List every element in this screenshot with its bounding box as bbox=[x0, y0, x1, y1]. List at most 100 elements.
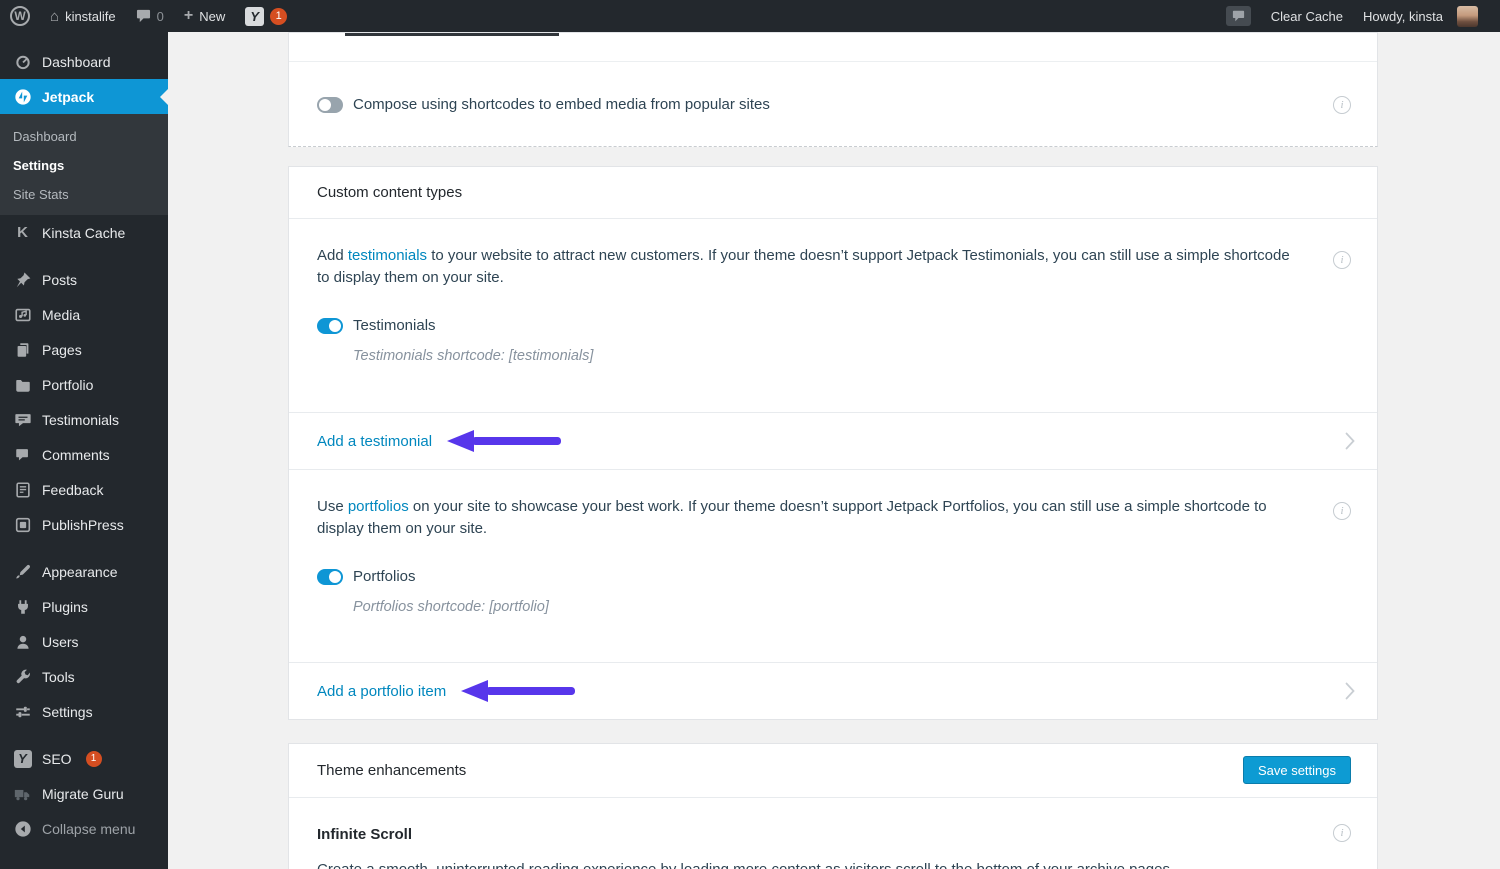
feedback-bubble-button[interactable] bbox=[1216, 0, 1261, 32]
main-content: Compose using shortcodes to embed media … bbox=[168, 32, 1500, 869]
portfolios-toggle[interactable] bbox=[317, 569, 343, 585]
publishpress-icon bbox=[13, 515, 32, 534]
testimonials-toggle-row: Testimonials bbox=[317, 317, 1297, 334]
portfolios-description: Use portfolios on your site to showcase … bbox=[317, 496, 1297, 540]
yoast-icon: Y bbox=[245, 7, 264, 26]
comments-count: 0 bbox=[157, 9, 164, 24]
comment-bubble-icon bbox=[136, 9, 151, 23]
compose-shortcodes-label: Compose using shortcodes to embed media … bbox=[353, 96, 770, 113]
testimonials-section: Add testimonials to your website to attr… bbox=[289, 219, 1377, 413]
sidebar-item-comments[interactable]: Comments bbox=[0, 437, 168, 472]
sidebar-item-plugins[interactable]: Plugins bbox=[0, 589, 168, 624]
yoast-admin-bar-menu[interactable]: Y 1 bbox=[235, 0, 297, 32]
add-testimonial-link[interactable]: Add a testimonial bbox=[317, 433, 432, 450]
chevron-right-icon[interactable] bbox=[1345, 432, 1355, 450]
annotation-arrow bbox=[444, 428, 564, 454]
theme-enhancements-card: Theme enhancements Save settings Infinit… bbox=[288, 743, 1378, 869]
sidebar-item-users[interactable]: Users bbox=[0, 624, 168, 659]
speech-bubble-icon bbox=[1226, 6, 1251, 26]
new-label: New bbox=[199, 9, 225, 24]
sidebar-item-posts[interactable]: Posts bbox=[0, 262, 168, 297]
chevron-right-icon[interactable] bbox=[1345, 682, 1355, 700]
account-menu[interactable]: Howdy, kinsta bbox=[1353, 0, 1488, 32]
sidebar-item-feedback[interactable]: Feedback bbox=[0, 472, 168, 507]
annotation-arrow bbox=[458, 678, 578, 704]
testimonials-toggle[interactable] bbox=[317, 318, 343, 334]
add-testimonial-row[interactable]: Add a testimonial bbox=[289, 413, 1377, 470]
pages-icon bbox=[13, 340, 32, 359]
wordpress-logo-icon: W bbox=[10, 6, 30, 26]
comments-icon bbox=[13, 445, 32, 464]
sidebar-item-collapse-menu[interactable]: Collapse menu bbox=[0, 811, 168, 846]
info-icon[interactable]: i bbox=[1333, 96, 1351, 114]
card-title: Custom content types bbox=[289, 167, 1377, 219]
writing-media-card: Compose using shortcodes to embed media … bbox=[288, 32, 1378, 147]
yoast-icon: Y bbox=[13, 749, 32, 768]
sidebar-item-migrate-guru[interactable]: Migrate Guru bbox=[0, 776, 168, 811]
card-title: Theme enhancements bbox=[317, 762, 466, 779]
info-icon[interactable]: i bbox=[1333, 502, 1351, 520]
site-name-label: kinstalife bbox=[65, 9, 116, 24]
sidebar-item-pages[interactable]: Pages bbox=[0, 332, 168, 367]
new-content-menu[interactable]: + New bbox=[174, 0, 235, 32]
portfolios-toggle-row: Portfolios bbox=[317, 568, 1297, 585]
testimonials-icon bbox=[13, 410, 32, 429]
sidebar-item-jetpack[interactable]: Jetpack bbox=[0, 79, 168, 114]
wrench-icon bbox=[13, 667, 32, 686]
pin-icon bbox=[13, 270, 32, 289]
jetpack-submenu: Dashboard Settings Site Stats bbox=[0, 114, 168, 215]
sidebar-item-dashboard[interactable]: Dashboard bbox=[0, 44, 168, 79]
portfolios-shortcode-note: Portfolios shortcode: [portfolio] bbox=[353, 599, 1297, 615]
infinite-scroll-description: Create a smooth, uninterrupted reading e… bbox=[317, 859, 1297, 869]
dashboard-icon bbox=[13, 52, 32, 71]
clipped-row-remnant bbox=[289, 33, 1377, 62]
avatar bbox=[1457, 6, 1478, 27]
seo-notification-badge: 1 bbox=[86, 751, 102, 767]
info-icon[interactable]: i bbox=[1333, 251, 1351, 269]
sliders-icon bbox=[13, 702, 32, 721]
sidebar-item-settings[interactable]: Settings bbox=[0, 694, 168, 729]
sidebar-item-testimonials[interactable]: Testimonials bbox=[0, 402, 168, 437]
submenu-item-dashboard[interactable]: Dashboard bbox=[0, 122, 168, 151]
testimonials-description: Add testimonials to your website to attr… bbox=[317, 245, 1297, 289]
clipped-text-sliver bbox=[345, 33, 559, 36]
sidebar-item-kinsta-cache[interactable]: K Kinsta Cache bbox=[0, 215, 168, 250]
admin-sidebar: Dashboard Jetpack Dashboard Settings Sit… bbox=[0, 32, 168, 869]
plugins-icon bbox=[13, 597, 32, 616]
sidebar-item-publishpress[interactable]: PublishPress bbox=[0, 507, 168, 542]
sidebar-item-portfolio[interactable]: Portfolio bbox=[0, 367, 168, 402]
howdy-label: Howdy, kinsta bbox=[1363, 9, 1443, 24]
sidebar-item-tools[interactable]: Tools bbox=[0, 659, 168, 694]
compose-shortcodes-toggle[interactable] bbox=[317, 97, 343, 113]
feedback-icon bbox=[13, 480, 32, 499]
compose-shortcodes-row: Compose using shortcodes to embed media … bbox=[289, 62, 1377, 147]
submenu-item-settings[interactable]: Settings bbox=[0, 151, 168, 180]
media-icon bbox=[13, 305, 32, 324]
add-portfolio-row[interactable]: Add a portfolio item bbox=[289, 663, 1377, 719]
portfolios-link[interactable]: portfolios bbox=[348, 498, 409, 515]
jetpack-icon bbox=[13, 87, 32, 106]
save-settings-button[interactable]: Save settings bbox=[1243, 756, 1351, 784]
yoast-notification-badge: 1 bbox=[270, 8, 287, 25]
clear-cache-button[interactable]: Clear Cache bbox=[1261, 0, 1353, 32]
admin-bar: W ⌂ kinstalife 0 + New Y 1 Clear Cache H bbox=[0, 0, 1500, 32]
submenu-item-site-stats[interactable]: Site Stats bbox=[0, 180, 168, 209]
sidebar-item-appearance[interactable]: Appearance bbox=[0, 554, 168, 589]
sidebar-item-media[interactable]: Media bbox=[0, 297, 168, 332]
site-name-link[interactable]: ⌂ kinstalife bbox=[40, 0, 126, 32]
info-icon[interactable]: i bbox=[1333, 824, 1351, 842]
portfolios-section: Use portfolios on your site to showcase … bbox=[289, 470, 1377, 663]
portfolio-icon bbox=[13, 375, 32, 394]
infinite-scroll-title: Infinite Scroll bbox=[317, 824, 1297, 845]
home-icon: ⌂ bbox=[50, 9, 59, 24]
comments-shortcut[interactable]: 0 bbox=[126, 0, 174, 32]
testimonials-link[interactable]: testimonials bbox=[348, 247, 427, 264]
infinite-scroll-section: Infinite Scroll Create a smooth, uninter… bbox=[289, 798, 1377, 869]
collapse-icon bbox=[13, 819, 32, 838]
appearance-brush-icon bbox=[13, 562, 32, 581]
kinsta-k-icon: K bbox=[13, 223, 32, 242]
add-portfolio-link[interactable]: Add a portfolio item bbox=[317, 683, 446, 700]
user-icon bbox=[13, 632, 32, 651]
sidebar-item-seo[interactable]: Y SEO 1 bbox=[0, 741, 168, 776]
wp-logo-menu[interactable]: W bbox=[0, 0, 40, 32]
